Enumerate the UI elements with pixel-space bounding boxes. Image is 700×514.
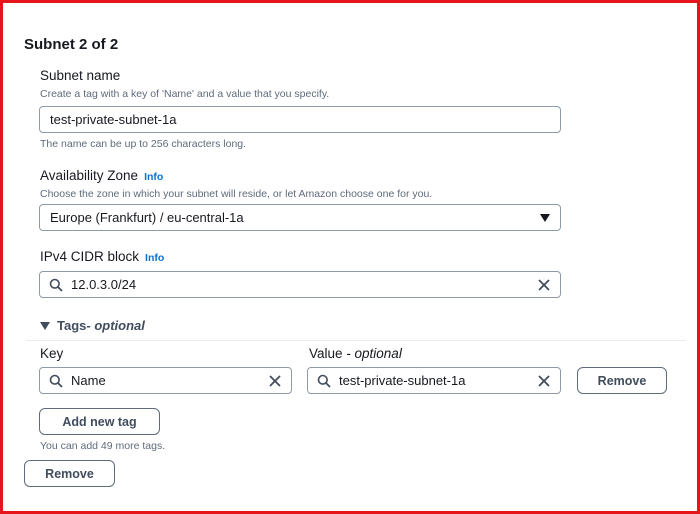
tags-label: Tags — [57, 318, 87, 333]
search-icon — [49, 278, 63, 292]
caret-down-icon — [539, 213, 551, 223]
tags-remaining-text: You can add 49 more tags. — [40, 440, 166, 452]
tag-value-input[interactable]: test-private-subnet-1a — [307, 367, 561, 394]
section-title: Subnet 2 of 2 — [24, 36, 119, 53]
tags-divider — [26, 340, 686, 341]
tags-optional: - optional — [86, 318, 145, 333]
availability-zone-label: Availability Zone — [40, 168, 139, 183]
tag-value-value: test-private-subnet-1a — [339, 373, 466, 388]
cidr-info-link[interactable]: Info — [145, 252, 164, 264]
availability-zone-label-row: Availability Zone Info — [40, 168, 163, 183]
search-icon — [317, 374, 331, 388]
tag-value-optional: - optional — [342, 346, 402, 361]
subnet-name-label: Subnet name — [40, 68, 121, 83]
cidr-label: IPv4 CIDR block — [40, 249, 140, 264]
availability-zone-selected: Europe (Frankfurt) / eu-central-1a — [50, 210, 244, 225]
availability-zone-description: Choose the zone in which your subnet wil… — [40, 188, 433, 200]
subnet-name-input[interactable]: test-private-subnet-1a — [39, 106, 561, 133]
tag-value-label-row: Value - optional — [309, 346, 402, 361]
close-icon[interactable] — [268, 374, 282, 388]
availability-zone-info-link[interactable]: Info — [144, 171, 163, 183]
add-new-tag-button[interactable]: Add new tag — [39, 408, 160, 435]
cidr-label-row: IPv4 CIDR block Info — [40, 249, 164, 264]
subnet-name-value: test-private-subnet-1a — [50, 112, 177, 127]
close-icon[interactable] — [537, 278, 551, 292]
subnet-name-hint: The name can be up to 256 characters lon… — [40, 138, 247, 150]
remove-subnet-button[interactable]: Remove — [24, 460, 115, 487]
cidr-input[interactable]: 12.0.3.0/24 — [39, 271, 561, 298]
cidr-value: 12.0.3.0/24 — [71, 277, 137, 292]
tag-key-value: Name — [71, 373, 106, 388]
subnet-name-description: Create a tag with a key of 'Name' and a … — [40, 88, 330, 100]
search-icon — [49, 374, 63, 388]
tag-value-label: Value — [309, 346, 343, 361]
availability-zone-select[interactable]: Europe (Frankfurt) / eu-central-1a — [39, 204, 561, 231]
triangle-down-icon — [40, 321, 50, 330]
tag-key-input[interactable]: Name — [39, 367, 292, 394]
tag-key-label: Key — [40, 346, 64, 361]
remove-tag-button[interactable]: Remove — [577, 367, 667, 394]
close-icon[interactable] — [537, 374, 551, 388]
tags-expander[interactable]: Tags - optional — [40, 318, 145, 333]
